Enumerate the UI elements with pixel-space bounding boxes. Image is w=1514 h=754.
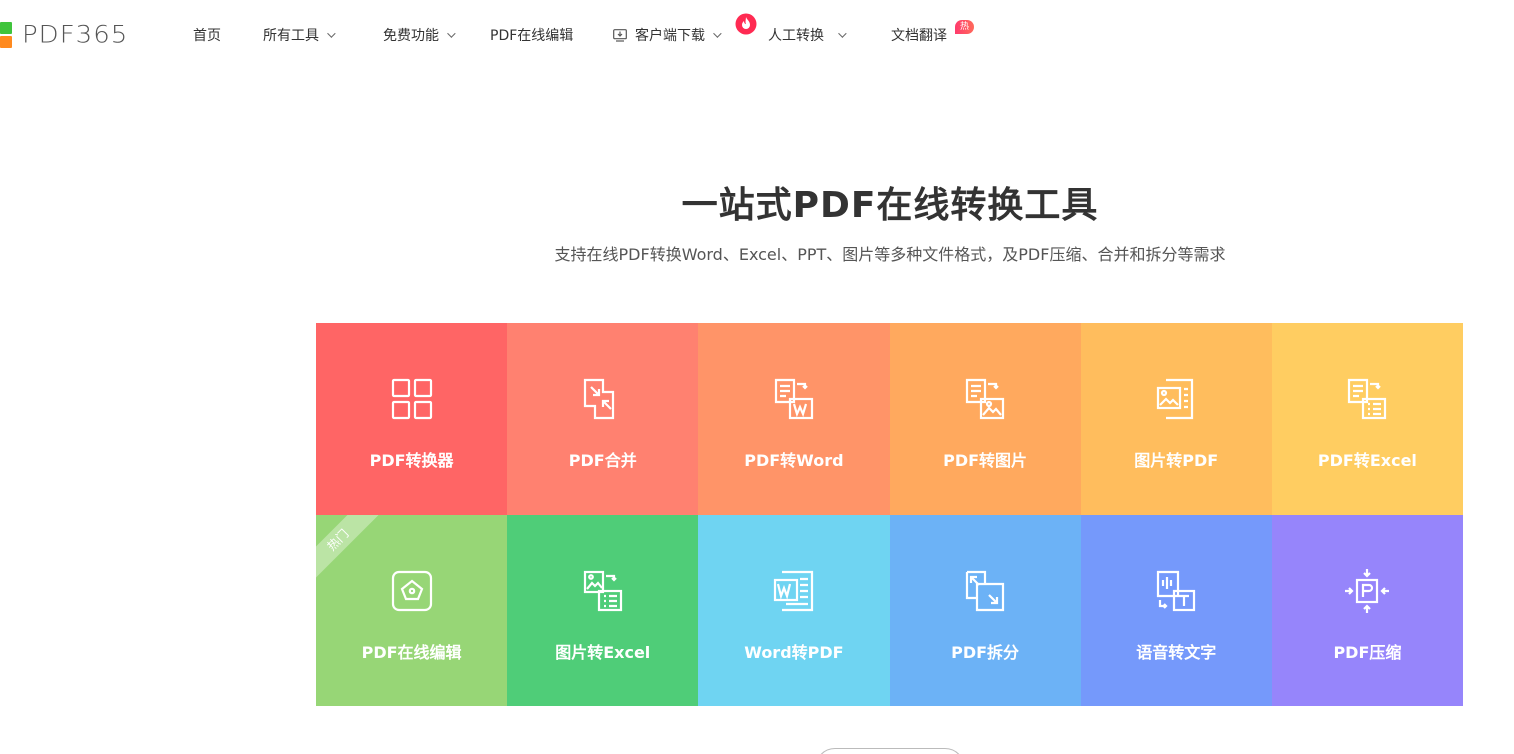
grid-icon bbox=[391, 378, 432, 420]
tool-label: PDF转Excel bbox=[1317, 451, 1417, 470]
split-icon bbox=[965, 570, 1005, 611]
nav-all-tools[interactable]: 所有工具 bbox=[263, 24, 336, 46]
tool-pdf-online-edit[interactable]: 热门 PDF在线编辑 bbox=[316, 514, 508, 706]
tool-label: PDF转Word bbox=[744, 451, 844, 470]
tool-pdf-to-image[interactable]: PDF转图片 bbox=[889, 323, 1081, 515]
tool-pdf-split[interactable]: PDF拆分 bbox=[889, 514, 1081, 706]
tool-word-to-pdf[interactable]: Word转PDF bbox=[698, 514, 890, 706]
tool-pdf-compress[interactable]: PDF压缩 bbox=[1271, 514, 1463, 706]
nav-pdf-online-edit[interactable]: PDF在线编辑 bbox=[490, 24, 573, 46]
pdf-to-word-icon bbox=[774, 378, 814, 420]
compress-icon bbox=[1345, 568, 1390, 613]
tool-label: 图片转PDF bbox=[1134, 451, 1219, 470]
tool-pdf-to-excel[interactable]: PDF转Excel bbox=[1271, 323, 1463, 515]
nav-doc-translate-label: 文档翻译 bbox=[891, 28, 947, 44]
nav-free-features[interactable]: 免费功能 bbox=[383, 24, 456, 46]
tool-label: 图片转Excel bbox=[555, 642, 651, 662]
top-header: PDF365 首页 所有工具 免费功能 PDF在线编辑 客户端下载 人工转换 文… bbox=[0, 0, 1514, 72]
tool-label: PDF在线编辑 bbox=[361, 642, 462, 662]
word-to-pdf-icon bbox=[773, 570, 814, 611]
download-icon bbox=[613, 28, 627, 42]
tool-label: PDF拆分 bbox=[951, 642, 1020, 662]
tool-pdf-merge[interactable]: PDF合并 bbox=[507, 323, 699, 515]
image-to-excel-icon bbox=[583, 570, 622, 611]
site-logo[interactable]: PDF365 bbox=[0, 20, 128, 50]
page-subtitle: 支持在线PDF转换Word、Excel、PPT、图片等多种文件格式，及PDF压缩… bbox=[554, 245, 1226, 264]
chevron-down-icon bbox=[713, 29, 722, 38]
tool-label: Word转PDF bbox=[744, 642, 844, 662]
tool-label: PDF合并 bbox=[568, 451, 637, 470]
edit-icon bbox=[391, 570, 432, 611]
hot-badge: 热门 bbox=[955, 20, 975, 46]
image-to-pdf-icon bbox=[1157, 378, 1194, 420]
hot-ribbon: 热门 bbox=[316, 514, 389, 590]
tool-image-to-pdf[interactable]: 图片转PDF bbox=[1080, 323, 1272, 515]
nav-free-features-label: 免费功能 bbox=[383, 28, 439, 44]
speech-to-text-icon bbox=[1157, 570, 1196, 611]
logo-text: PDF365 bbox=[22, 21, 129, 49]
nav-client-download-label: 客户端下载 bbox=[635, 28, 705, 44]
tool-image-to-excel[interactable]: 图片转Excel bbox=[507, 514, 699, 706]
tool-label: 语音转文字 bbox=[1136, 642, 1217, 662]
fire-icon bbox=[735, 13, 757, 35]
nav-all-tools-label: 所有工具 bbox=[263, 28, 319, 44]
nav-pdf-online-edit-label: PDF在线编辑 bbox=[490, 28, 574, 44]
tool-grid: PDF转换器 PDF合并 PDF转Word PDF转图片 图片转PDF PDF转… bbox=[316, 323, 1463, 706]
pdf-to-image-icon bbox=[965, 378, 1005, 420]
more-button[interactable] bbox=[815, 748, 965, 754]
tool-speech-to-text[interactable]: 语音转文字 bbox=[1080, 514, 1272, 706]
chevron-down-icon bbox=[447, 29, 456, 38]
logo-mark-icon bbox=[0, 20, 14, 50]
nav-manual-convert[interactable]: 人工转换 bbox=[768, 24, 847, 46]
nav-client-download[interactable]: 客户端下载 bbox=[613, 24, 722, 46]
chevron-down-icon bbox=[327, 29, 336, 38]
nav-manual-convert-label: 人工转换 bbox=[768, 28, 824, 44]
tool-label: PDF压缩 bbox=[1333, 642, 1402, 662]
tool-label: PDF转换器 bbox=[369, 451, 454, 470]
merge-icon bbox=[583, 378, 614, 420]
tool-pdf-converter[interactable]: PDF转换器 bbox=[316, 323, 508, 515]
tool-pdf-to-word[interactable]: PDF转Word bbox=[698, 323, 890, 515]
nav-home-label: 首页 bbox=[193, 28, 221, 44]
chevron-down-icon bbox=[838, 29, 847, 38]
tool-label: PDF转图片 bbox=[943, 451, 1028, 470]
page-title: 一站式PDF在线转换工具 bbox=[681, 185, 1099, 226]
nav-doc-translate[interactable]: 文档翻译 bbox=[891, 24, 947, 46]
pdf-to-excel-icon bbox=[1348, 378, 1387, 420]
nav-home[interactable]: 首页 bbox=[193, 24, 221, 46]
